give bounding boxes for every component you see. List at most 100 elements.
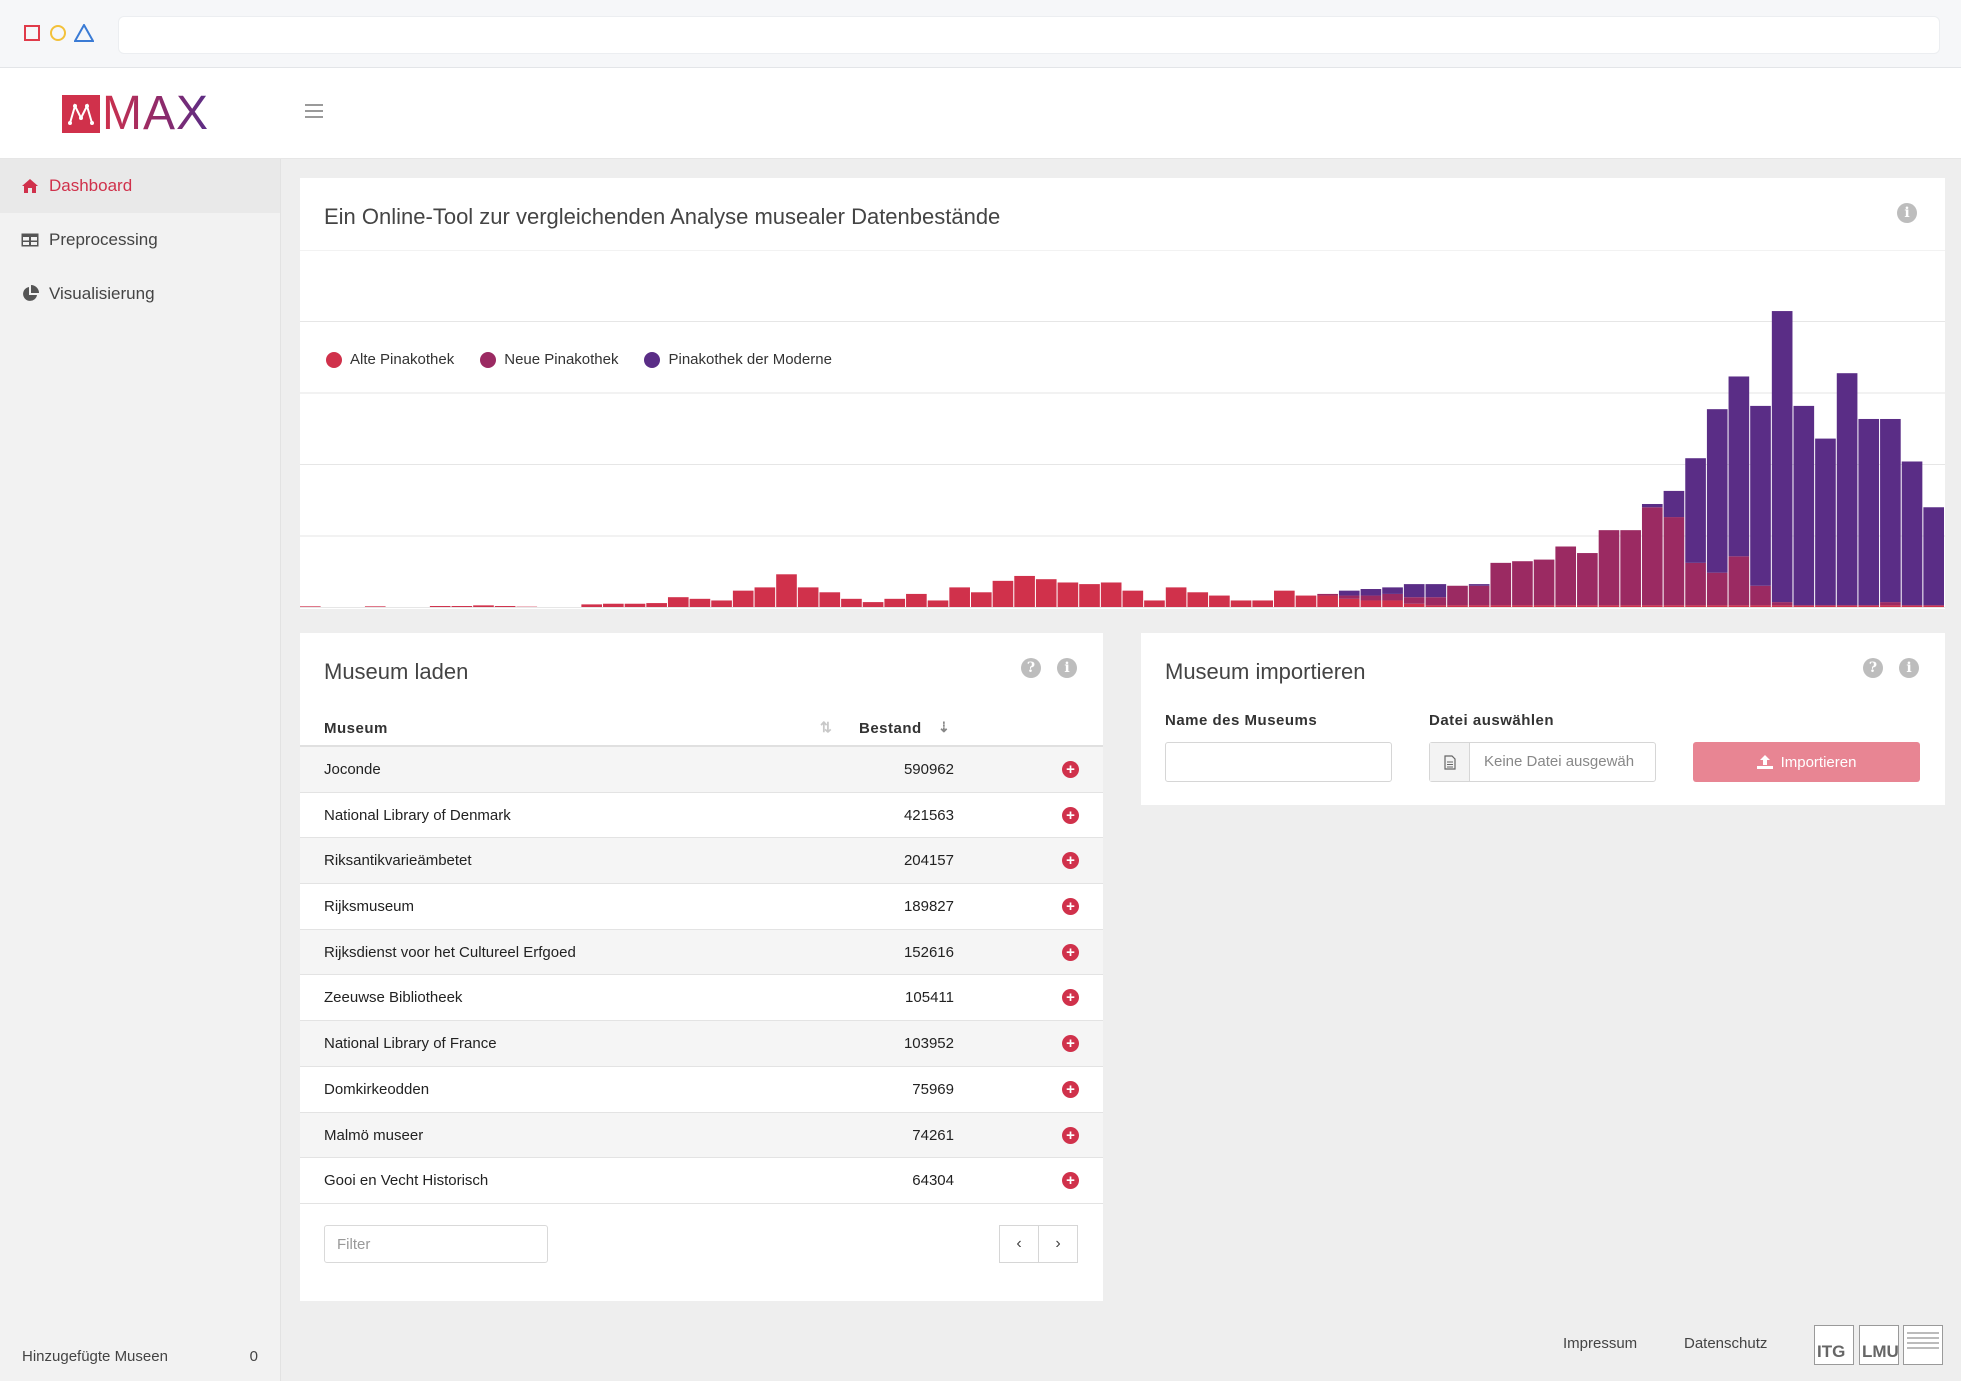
add-museum-icon[interactable]: + <box>1062 1126 1079 1144</box>
info-icon[interactable]: i <box>1897 203 1917 223</box>
bar-segment <box>1338 595 1360 599</box>
museum-bestand: 590962 <box>903 761 954 778</box>
bar-segment <box>1750 605 1771 608</box>
help-icon[interactable]: ? <box>1863 658 1883 678</box>
table-row[interactable]: Gooi en Vecht Historisch 64304 + <box>300 1158 1103 1204</box>
bar-segment <box>1923 507 1944 606</box>
stacked-bar-chart <box>300 250 1945 608</box>
bar-segment <box>1490 605 1512 608</box>
museum-name: Rijksdienst voor het Cultureel Erfgoed <box>324 943 576 961</box>
app-header: MAX <box>0 68 1961 159</box>
info-icon[interactable]: i <box>1057 658 1077 678</box>
add-museum-icon[interactable]: + <box>1062 852 1079 870</box>
bar-segment <box>1252 600 1274 607</box>
sidebar-item-dashboard[interactable]: Dashboard <box>0 159 280 213</box>
bar-segment <box>1425 584 1447 598</box>
lmu-logo[interactable]: LMU <box>1859 1325 1899 1365</box>
bar-segment <box>1750 405 1771 586</box>
bar-segment <box>1641 605 1663 608</box>
bar-segment <box>1403 597 1425 604</box>
sidebar-item-visualisierung[interactable]: Visualisierung <box>0 267 280 321</box>
sidebar-item-label: Visualisierung <box>49 284 155 303</box>
bar-segment <box>1209 595 1230 608</box>
hamburger-icon[interactable] <box>305 104 323 118</box>
add-museum-icon[interactable]: + <box>1062 1172 1079 1190</box>
import-button[interactable]: Importieren <box>1693 742 1920 782</box>
bar-segment <box>1663 517 1685 606</box>
file-select-input[interactable]: Keine Datei ausgewäh <box>1429 742 1656 782</box>
table-row[interactable]: National Library of France 103952 + <box>300 1021 1103 1067</box>
table-row[interactable]: Zeeuwse Bibliotheek 105411 + <box>300 975 1103 1022</box>
sort-icon[interactable]: ⇅ <box>820 719 832 736</box>
table-row[interactable]: Domkirkeodden 75969 + <box>300 1067 1103 1113</box>
lmu-university-logo[interactable] <box>1903 1325 1943 1365</box>
address-bar[interactable] <box>118 16 1940 54</box>
table-row[interactable]: National Library of Denmark 421563 + <box>300 793 1103 839</box>
legend-item-alte[interactable]: Alte Pinakothek <box>326 351 454 368</box>
bar-segment <box>862 602 884 608</box>
add-museum-icon[interactable]: + <box>1062 1080 1079 1098</box>
bar-segment <box>1555 546 1577 606</box>
add-museum-icon[interactable]: + <box>1062 898 1079 916</box>
info-icon[interactable]: i <box>1899 658 1919 678</box>
bar-segment <box>1685 605 1706 608</box>
add-museum-icon[interactable]: + <box>1062 806 1079 824</box>
add-museum-icon[interactable]: + <box>1062 761 1079 778</box>
bar-segment <box>1425 597 1447 606</box>
bar-segment <box>1533 559 1555 606</box>
legend-label: Neue Pinakothek <box>504 351 619 368</box>
bar-segment <box>1685 562 1706 606</box>
column-header-museum[interactable]: Museum <box>324 720 388 737</box>
add-museum-icon[interactable]: + <box>1062 989 1079 1007</box>
add-museum-icon[interactable]: + <box>1062 1035 1079 1053</box>
table-row[interactable]: Joconde 590962 + <box>300 747 1103 793</box>
museum-name-input[interactable] <box>1165 742 1392 782</box>
impressum-link[interactable]: Impressum <box>1563 1335 1637 1352</box>
maximize-window-icon[interactable] <box>74 24 94 42</box>
help-icon[interactable]: ? <box>1021 658 1041 678</box>
bar-segment <box>1144 600 1165 607</box>
close-window-icon[interactable] <box>24 25 40 41</box>
legend-item-neue[interactable]: Neue Pinakothek <box>480 351 618 368</box>
bar-segment <box>1728 376 1750 557</box>
add-museum-icon[interactable]: + <box>1062 943 1079 961</box>
bar-segment <box>1447 605 1468 608</box>
legend-item-moderne[interactable]: Pinakothek der Moderne <box>644 351 832 368</box>
table-row[interactable]: Rijksmuseum 189827 + <box>300 884 1103 930</box>
sidebar-item-preprocessing[interactable]: Preprocessing <box>0 213 280 267</box>
bar-segment <box>1468 605 1490 608</box>
bar-segment <box>1360 595 1382 601</box>
bar-segment <box>754 587 776 607</box>
bar-segment <box>884 598 906 607</box>
sort-desc-icon[interactable]: ⇣ <box>938 719 950 736</box>
bar-segment <box>1815 438 1836 606</box>
next-page-button[interactable]: › <box>1038 1225 1078 1263</box>
museum-bestand: 152616 <box>903 943 954 961</box>
bar-segment <box>732 590 754 607</box>
max-logo[interactable]: MAX <box>62 90 209 138</box>
museum-laden-card: Museum laden ? i Museum ⇅ Bestand ⇣ Joco… <box>300 633 1103 1301</box>
datenschutz-link[interactable]: Datenschutz <box>1684 1335 1767 1352</box>
column-header-bestand[interactable]: Bestand <box>859 720 922 737</box>
bar-segment <box>1598 530 1620 606</box>
bar-segment <box>1598 605 1620 608</box>
chart-card: Ein Online-Tool zur vergleichenden Analy… <box>300 178 1945 609</box>
museum-bestand: 75969 <box>912 1080 954 1098</box>
itg-logo[interactable]: ITG <box>1814 1325 1854 1365</box>
bar-segment <box>1750 585 1771 606</box>
table-row[interactable]: Riksantikvarieämbetet 204157 + <box>300 838 1103 885</box>
minimize-window-icon[interactable] <box>50 25 66 41</box>
museum-bestand: 103952 <box>903 1035 954 1053</box>
table-row[interactable]: Malmö museer 74261 + <box>300 1112 1103 1159</box>
prev-page-button[interactable]: ‹ <box>999 1225 1039 1263</box>
bar-segment <box>1663 490 1685 518</box>
filter-input[interactable] <box>324 1225 548 1263</box>
museum-bestand: 421563 <box>903 806 954 824</box>
table-row[interactable]: Rijksdienst voor het Cultureel Erfgoed 15… <box>300 929 1103 976</box>
bar-segment <box>646 603 667 607</box>
museum-bestand: 74261 <box>912 1126 954 1144</box>
bar-segment <box>1901 461 1923 606</box>
bar-segment <box>1706 409 1728 573</box>
bar-segment <box>797 587 819 607</box>
bar-segment <box>1771 605 1793 608</box>
